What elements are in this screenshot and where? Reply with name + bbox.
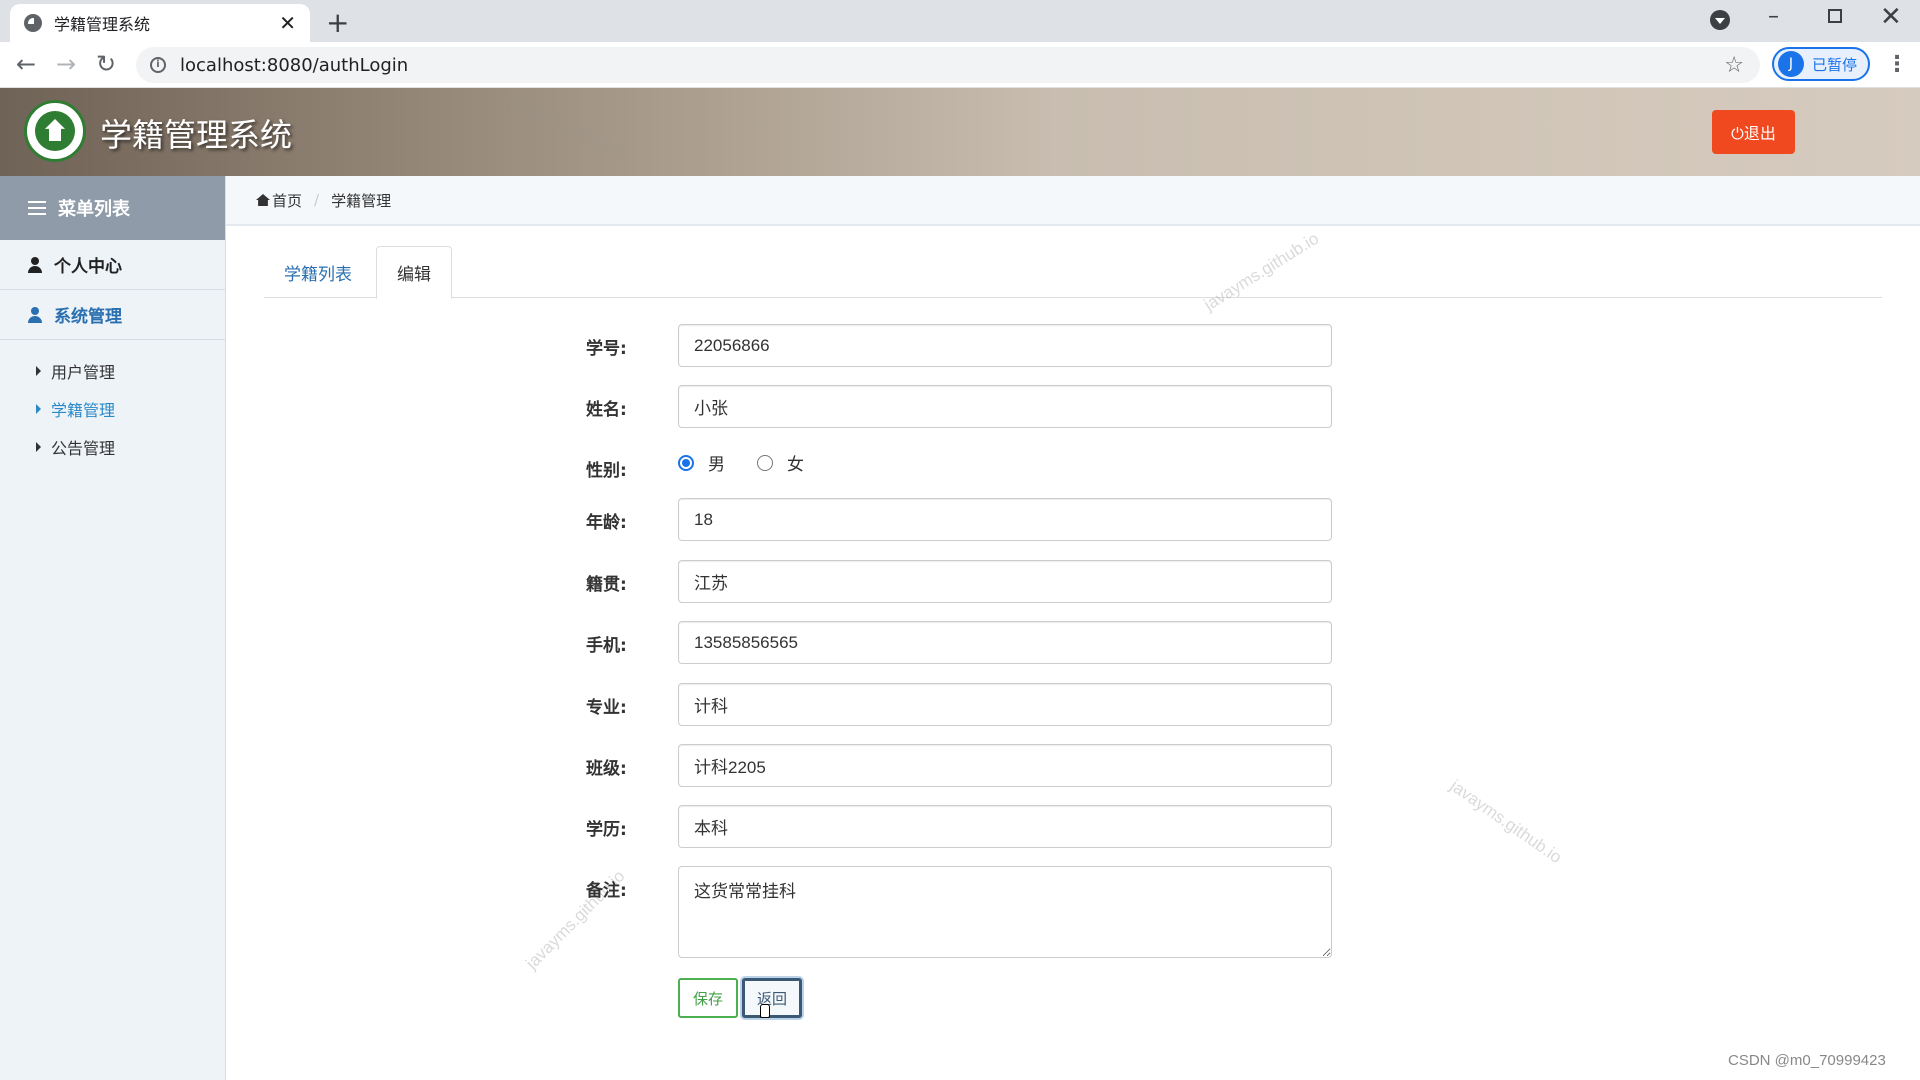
remark-label: 备注: (586, 881, 627, 901)
browser-tab[interactable]: 学籍管理系统 ✕ (10, 4, 310, 42)
tab-student-list[interactable]: 学籍列表 (264, 246, 372, 298)
hometown-input[interactable] (678, 560, 1332, 603)
bookmark-star-icon[interactable]: ☆ (1724, 53, 1744, 78)
name-label: 姓名: (586, 400, 627, 420)
user-icon (28, 256, 42, 273)
reload-icon[interactable]: ↻ (96, 50, 116, 78)
minimize-button[interactable]: – (1768, 4, 1779, 29)
sidebar-item-label: 学籍管理 (51, 401, 116, 420)
browser-tab-bar: 学籍管理系统 ✕ + – ✕ (0, 0, 1920, 42)
sidebar-submenu: 用户管理 学籍管理 公告管理 (0, 340, 225, 466)
sidebar-section-system[interactable]: 系统管理 (0, 290, 225, 340)
student-id-input[interactable] (678, 324, 1332, 367)
logout-button[interactable]: ⏻退出 (1712, 110, 1795, 154)
gender-label: 性别: (586, 461, 627, 481)
breadcrumb: 首页 / 学籍管理 (226, 176, 1920, 226)
major-label: 专业: (586, 698, 627, 718)
watermark: javayms.github.io (1446, 776, 1566, 868)
school-logo (24, 100, 86, 162)
tab-edit[interactable]: 编辑 (376, 246, 452, 299)
sidebar-item-label: 公告管理 (51, 439, 116, 458)
tab-close-icon[interactable]: ✕ (279, 11, 296, 35)
age-label: 年龄: (586, 513, 627, 533)
info-icon[interactable]: i (150, 57, 166, 73)
education-input[interactable] (678, 805, 1332, 848)
app-header: 学籍管理系统 javayms.github.io ⏻退出 (0, 88, 1920, 176)
profile-button[interactable]: J 已暂停 (1772, 47, 1870, 81)
user-icon (28, 306, 42, 323)
globe-icon (24, 14, 42, 32)
breadcrumb-separator: / (314, 191, 320, 209)
phone-label: 手机: (586, 636, 627, 656)
sidebar-item-label: 用户管理 (51, 363, 116, 382)
name-input[interactable] (678, 385, 1332, 428)
watermark: javayms.github.io (502, 89, 630, 162)
list-icon (28, 201, 46, 215)
remark-textarea[interactable]: 这货常常挂科 (678, 866, 1332, 958)
tab-title: 学籍管理系统 (54, 15, 151, 34)
sidebar: 菜单列表 个人中心 系统管理 用户管理 学籍管理 公告管理 (0, 176, 226, 1080)
sidebar-item-notices[interactable]: 公告管理 (0, 428, 225, 466)
gender-female-radio[interactable] (757, 454, 773, 471)
class-label: 班级: (586, 759, 627, 779)
forward-arrow-icon[interactable]: → (56, 50, 76, 78)
class-input[interactable] (678, 744, 1332, 787)
major-input[interactable] (678, 683, 1332, 726)
sidebar-item-student-records[interactable]: 学籍管理 (0, 390, 225, 428)
sidebar-section-label: 个人中心 (54, 257, 122, 277)
hand-cursor-icon (760, 1004, 770, 1018)
address-bar[interactable]: i localhost:8080/authLogin ☆ (136, 47, 1760, 83)
browser-menu-icon[interactable]: ⋮ (1886, 52, 1908, 77)
url-text[interactable]: localhost:8080/authLogin (180, 55, 1724, 76)
sidebar-section-profile[interactable]: 个人中心 (0, 240, 225, 290)
sidebar-section-label: 系统管理 (54, 307, 122, 327)
sidebar-header: 菜单列表 (0, 176, 225, 240)
restore-button[interactable] (1828, 9, 1842, 23)
tab-search-icon[interactable] (1710, 10, 1730, 30)
breadcrumb-home[interactable]: 首页 (272, 190, 302, 211)
hometown-label: 籍贯: (586, 575, 627, 595)
app-title: 学籍管理系统 (100, 116, 293, 154)
caret-right-icon (36, 404, 41, 414)
window-close-button[interactable]: ✕ (1880, 2, 1902, 32)
gender-male-radio[interactable] (678, 454, 694, 471)
breadcrumb-current: 学籍管理 (331, 191, 392, 210)
browser-toolbar: ← → ↻ i localhost:8080/authLogin ☆ J 已暂停… (0, 42, 1920, 88)
save-button[interactable]: 保存 (678, 978, 738, 1018)
education-label: 学历: (586, 820, 627, 840)
sidebar-heading: 菜单列表 (58, 199, 130, 220)
sidebar-item-users[interactable]: 用户管理 (0, 352, 225, 390)
back-arrow-icon[interactable]: ← (16, 50, 36, 78)
back-button[interactable]: 返回 (742, 978, 802, 1018)
caret-right-icon (36, 366, 41, 376)
logo-emblem (35, 111, 75, 151)
phone-input[interactable] (678, 621, 1332, 664)
content-tabs: 学籍列表 编辑 (264, 246, 1882, 299)
age-input[interactable] (678, 498, 1332, 541)
gender-male-label: 男 (708, 455, 725, 475)
credit-watermark: CSDN @m0_70999423 (1728, 1052, 1886, 1069)
new-tab-button[interactable]: + (326, 6, 349, 39)
gender-radio-group: 男 女 (678, 450, 804, 475)
caret-right-icon (36, 442, 41, 452)
gender-female-label: 女 (787, 455, 804, 475)
home-icon (256, 194, 270, 206)
student-id-label: 学号: (586, 339, 627, 359)
profile-status: 已暂停 (1812, 55, 1858, 74)
avatar: J (1778, 51, 1804, 77)
